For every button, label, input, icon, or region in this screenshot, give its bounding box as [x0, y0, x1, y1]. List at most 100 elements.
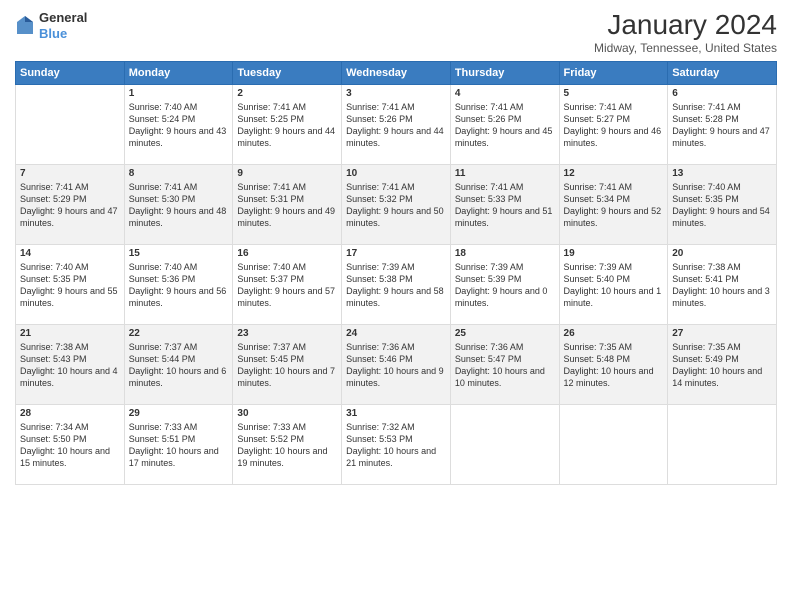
calendar-cell: 3 Sunrise: 7:41 AMSunset: 5:26 PMDaylight… [342, 84, 451, 164]
day-number: 9 [237, 168, 337, 179]
day-info: Sunrise: 7:37 AMSunset: 5:44 PMDaylight:… [129, 341, 229, 390]
day-info: Sunrise: 7:40 AMSunset: 5:24 PMDaylight:… [129, 101, 229, 150]
calendar-cell [668, 404, 777, 484]
logo-icon [15, 14, 35, 38]
day-number: 31 [346, 408, 446, 419]
calendar-cell: 20 Sunrise: 7:38 AMSunset: 5:41 PMDayligh… [668, 244, 777, 324]
day-info: Sunrise: 7:39 AMSunset: 5:39 PMDaylight:… [455, 261, 555, 310]
logo: General Blue [15, 10, 87, 41]
day-info: Sunrise: 7:32 AMSunset: 5:53 PMDaylight:… [346, 421, 446, 470]
day-number: 1 [129, 88, 229, 99]
day-number: 12 [564, 168, 664, 179]
header-row: SundayMondayTuesdayWednesdayThursdayFrid… [16, 61, 777, 84]
calendar-cell: 4 Sunrise: 7:41 AMSunset: 5:26 PMDaylight… [450, 84, 559, 164]
weekday-header-saturday: Saturday [668, 61, 777, 84]
calendar-cell: 19Sunrise: 7:39 AMSunset: 5:40 PMDayligh… [559, 244, 668, 324]
day-info: Sunrise: 7:41 AMSunset: 5:26 PMDaylight:… [346, 101, 446, 150]
day-number: 11 [455, 168, 555, 179]
calendar-cell: 13 Sunrise: 7:40 AMSunset: 5:35 PMDayligh… [668, 164, 777, 244]
day-number: 14 [20, 248, 120, 259]
header: General Blue January 2024 Midway, Tennes… [15, 10, 777, 55]
page: General Blue January 2024 Midway, Tennes… [0, 0, 792, 612]
day-number: 20 [672, 248, 772, 259]
weekday-header-friday: Friday [559, 61, 668, 84]
title-section: January 2024 Midway, Tennessee, United S… [594, 10, 777, 55]
calendar-table: SundayMondayTuesdayWednesdayThursdayFrid… [15, 61, 777, 485]
logo-text: General Blue [39, 10, 87, 41]
calendar-cell: 22 Sunrise: 7:37 AMSunset: 5:44 PMDayligh… [124, 324, 233, 404]
calendar-cell: 15 Sunrise: 7:40 AMSunset: 5:36 PMDayligh… [124, 244, 233, 324]
calendar-cell: 1 Sunrise: 7:40 AMSunset: 5:24 PMDaylight… [124, 84, 233, 164]
day-info: Sunrise: 7:41 AMSunset: 5:25 PMDaylight:… [237, 101, 337, 150]
day-number: 13 [672, 168, 772, 179]
day-number: 2 [237, 88, 337, 99]
day-info: Sunrise: 7:34 AMSunset: 5:50 PMDaylight:… [20, 421, 120, 470]
calendar-cell [450, 404, 559, 484]
day-info: Sunrise: 7:41 AMSunset: 5:32 PMDaylight:… [346, 181, 446, 230]
calendar-cell: 21Sunrise: 7:38 AMSunset: 5:43 PMDayligh… [16, 324, 125, 404]
day-number: 26 [564, 328, 664, 339]
day-info: Sunrise: 7:41 AMSunset: 5:33 PMDaylight:… [455, 181, 555, 230]
calendar-cell: 25 Sunrise: 7:36 AMSunset: 5:47 PMDayligh… [450, 324, 559, 404]
calendar-cell: 9 Sunrise: 7:41 AMSunset: 5:31 PMDaylight… [233, 164, 342, 244]
day-number: 4 [455, 88, 555, 99]
day-number: 18 [455, 248, 555, 259]
day-number: 15 [129, 248, 229, 259]
day-number: 30 [237, 408, 337, 419]
location: Midway, Tennessee, United States [594, 41, 777, 55]
day-number: 24 [346, 328, 446, 339]
day-info: Sunrise: 7:36 AMSunset: 5:46 PMDaylight:… [346, 341, 446, 390]
day-info: Sunrise: 7:37 AMSunset: 5:45 PMDaylight:… [237, 341, 337, 390]
calendar-cell: 8 Sunrise: 7:41 AMSunset: 5:30 PMDaylight… [124, 164, 233, 244]
day-info: Sunrise: 7:41 AMSunset: 5:30 PMDaylight:… [129, 181, 229, 230]
calendar-cell: 26Sunrise: 7:35 AMSunset: 5:48 PMDayligh… [559, 324, 668, 404]
calendar-cell: 29Sunrise: 7:33 AMSunset: 5:51 PMDayligh… [124, 404, 233, 484]
weekday-header-thursday: Thursday [450, 61, 559, 84]
day-info: Sunrise: 7:39 AMSunset: 5:38 PMDaylight:… [346, 261, 446, 310]
week-row-2: 14Sunrise: 7:40 AMSunset: 5:35 PMDayligh… [16, 244, 777, 324]
week-row-0: 1 Sunrise: 7:40 AMSunset: 5:24 PMDaylight… [16, 84, 777, 164]
calendar-cell: 12Sunrise: 7:41 AMSunset: 5:34 PMDayligh… [559, 164, 668, 244]
day-number: 23 [237, 328, 337, 339]
day-info: Sunrise: 7:40 AMSunset: 5:35 PMDaylight:… [672, 181, 772, 230]
calendar-cell: 10 Sunrise: 7:41 AMSunset: 5:32 PMDayligh… [342, 164, 451, 244]
calendar-cell [559, 404, 668, 484]
calendar-cell: 5Sunrise: 7:41 AMSunset: 5:27 PMDaylight… [559, 84, 668, 164]
weekday-header-monday: Monday [124, 61, 233, 84]
day-info: Sunrise: 7:38 AMSunset: 5:43 PMDaylight:… [20, 341, 120, 390]
day-info: Sunrise: 7:40 AMSunset: 5:36 PMDaylight:… [129, 261, 229, 310]
calendar-cell: 14Sunrise: 7:40 AMSunset: 5:35 PMDayligh… [16, 244, 125, 324]
calendar-cell: 18 Sunrise: 7:39 AMSunset: 5:39 PMDayligh… [450, 244, 559, 324]
calendar-cell: 17Sunrise: 7:39 AMSunset: 5:38 PMDayligh… [342, 244, 451, 324]
day-number: 25 [455, 328, 555, 339]
day-info: Sunrise: 7:38 AMSunset: 5:41 PMDaylight:… [672, 261, 772, 310]
day-number: 22 [129, 328, 229, 339]
day-info: Sunrise: 7:41 AMSunset: 5:26 PMDaylight:… [455, 101, 555, 150]
calendar-cell: 7 Sunrise: 7:41 AMSunset: 5:29 PMDaylight… [16, 164, 125, 244]
weekday-header-sunday: Sunday [16, 61, 125, 84]
day-info: Sunrise: 7:33 AMSunset: 5:51 PMDaylight:… [129, 421, 229, 470]
calendar-cell: 31 Sunrise: 7:32 AMSunset: 5:53 PMDayligh… [342, 404, 451, 484]
calendar-cell [16, 84, 125, 164]
week-row-4: 28 Sunrise: 7:34 AMSunset: 5:50 PMDayligh… [16, 404, 777, 484]
day-info: Sunrise: 7:35 AMSunset: 5:49 PMDaylight:… [672, 341, 772, 390]
day-number: 3 [346, 88, 446, 99]
day-number: 28 [20, 408, 120, 419]
calendar-cell: 27 Sunrise: 7:35 AMSunset: 5:49 PMDayligh… [668, 324, 777, 404]
day-number: 10 [346, 168, 446, 179]
day-number: 7 [20, 168, 120, 179]
week-row-3: 21Sunrise: 7:38 AMSunset: 5:43 PMDayligh… [16, 324, 777, 404]
day-info: Sunrise: 7:40 AMSunset: 5:37 PMDaylight:… [237, 261, 337, 310]
day-info: Sunrise: 7:41 AMSunset: 5:29 PMDaylight:… [20, 181, 120, 230]
weekday-header-tuesday: Tuesday [233, 61, 342, 84]
day-number: 8 [129, 168, 229, 179]
day-info: Sunrise: 7:41 AMSunset: 5:28 PMDaylight:… [672, 101, 772, 150]
day-number: 5 [564, 88, 664, 99]
calendar-cell: 23 Sunrise: 7:37 AMSunset: 5:45 PMDayligh… [233, 324, 342, 404]
day-info: Sunrise: 7:36 AMSunset: 5:47 PMDaylight:… [455, 341, 555, 390]
day-number: 27 [672, 328, 772, 339]
day-info: Sunrise: 7:41 AMSunset: 5:31 PMDaylight:… [237, 181, 337, 230]
calendar-cell: 16Sunrise: 7:40 AMSunset: 5:37 PMDayligh… [233, 244, 342, 324]
day-info: Sunrise: 7:33 AMSunset: 5:52 PMDaylight:… [237, 421, 337, 470]
weekday-header-wednesday: Wednesday [342, 61, 451, 84]
